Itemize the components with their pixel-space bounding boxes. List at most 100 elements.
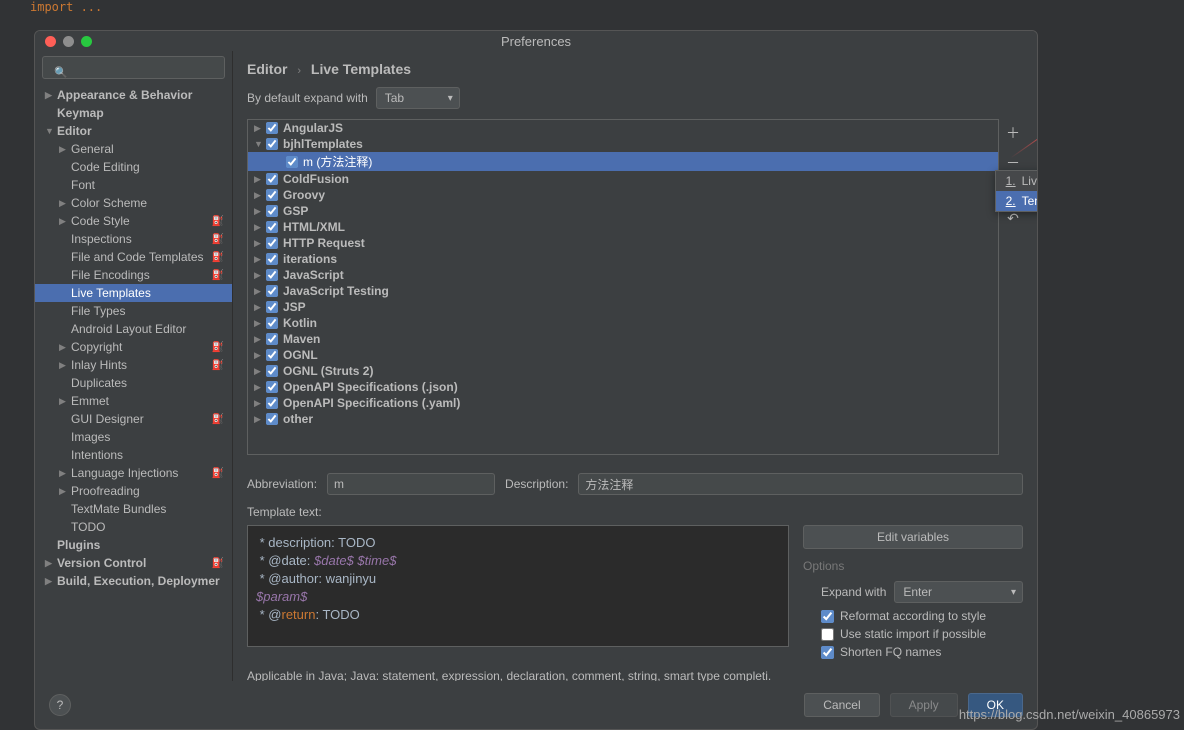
template-checkbox[interactable] <box>286 156 298 168</box>
sidebar-item-label: TextMate Bundles <box>71 502 166 516</box>
template-group-item[interactable]: ▶OpenAPI Specifications (.yaml) <box>248 395 998 411</box>
apply-button[interactable]: Apply <box>890 693 958 717</box>
gear-icon: ⛽ <box>212 468 224 479</box>
template-group-item[interactable]: ▶JavaScript Testing <box>248 283 998 299</box>
template-checkbox[interactable] <box>266 381 278 393</box>
sidebar-item[interactable]: Keymap <box>35 104 232 122</box>
template-checkbox[interactable] <box>266 413 278 425</box>
sidebar-item[interactable]: ▶Version Control⛽ <box>35 554 232 572</box>
sidebar-item[interactable]: Inspections⛽ <box>35 230 232 248</box>
sidebar-item[interactable]: ▶Build, Execution, Deploymer <box>35 572 232 590</box>
template-group-item[interactable]: ▶OpenAPI Specifications (.json) <box>248 379 998 395</box>
template-group-item[interactable]: ▶other <box>248 411 998 427</box>
template-checkbox[interactable] <box>266 269 278 281</box>
sidebar-item[interactable]: TODO <box>35 518 232 536</box>
code-line: $param$ <box>256 588 780 606</box>
reformat-checkbox[interactable]: Reformat according to style <box>803 609 1023 623</box>
template-item[interactable]: m (方法注释) <box>248 152 998 171</box>
template-group-item[interactable]: ▶AngularJS <box>248 120 998 136</box>
sidebar-item[interactable]: Plugins <box>35 536 232 554</box>
edit-variables-button[interactable]: Edit variables <box>803 525 1023 549</box>
close-window-icon[interactable] <box>45 36 56 47</box>
sidebar-item-label: Emmet <box>71 394 109 408</box>
sidebar-item[interactable]: File and Code Templates⛽ <box>35 248 232 266</box>
sidebar-item[interactable]: Intentions <box>35 446 232 464</box>
minimize-window-icon[interactable] <box>63 36 74 47</box>
applicable-context[interactable]: Applicable in Java; Java: statement, exp… <box>247 669 1023 681</box>
sidebar-item[interactable]: Android Layout Editor <box>35 320 232 338</box>
template-group-item[interactable]: ▶HTTP Request <box>248 235 998 251</box>
sidebar-item[interactable]: ▶Inlay Hints⛽ <box>35 356 232 374</box>
dialog-title: Preferences <box>501 34 571 49</box>
sidebar-item[interactable]: Images <box>35 428 232 446</box>
template-checkbox[interactable] <box>266 122 278 134</box>
sidebar-item[interactable]: ▶Copyright⛽ <box>35 338 232 356</box>
sidebar-item[interactable]: TextMate Bundles <box>35 500 232 518</box>
sidebar-item[interactable]: GUI Designer⛽ <box>35 410 232 428</box>
sidebar-item-label: Images <box>71 430 110 444</box>
template-checkbox[interactable] <box>266 253 278 265</box>
template-checkbox[interactable] <box>266 138 278 150</box>
template-group-item[interactable]: ▶Kotlin <box>248 315 998 331</box>
description-input[interactable] <box>578 473 1023 495</box>
cancel-button[interactable]: Cancel <box>804 693 879 717</box>
template-group-item[interactable]: ▶HTML/XML <box>248 219 998 235</box>
arrow-icon: ▶ <box>254 238 266 249</box>
popup-live-template[interactable]: 1.Live Template <box>996 171 1038 191</box>
template-group-item[interactable]: ▼bjhlTemplates <box>248 136 998 152</box>
template-list[interactable]: ▶AngularJS▼bjhlTemplatesm (方法注释)▶ColdFus… <box>247 119 999 455</box>
sidebar-item[interactable]: File Types <box>35 302 232 320</box>
sidebar-item-label: Build, Execution, Deploymer <box>57 574 220 588</box>
maximize-window-icon[interactable] <box>81 36 92 47</box>
static-import-checkbox[interactable]: Use static import if possible <box>803 627 1023 641</box>
template-group-item[interactable]: ▶Groovy <box>248 187 998 203</box>
revert-template-button[interactable]: ↶ <box>1007 210 1019 227</box>
sidebar-item[interactable]: ▶Color Scheme <box>35 194 232 212</box>
arrow-icon: ▶ <box>59 468 69 479</box>
template-checkbox[interactable] <box>266 205 278 217</box>
template-group-item[interactable]: ▶Maven <box>248 331 998 347</box>
template-group-label: JavaScript Testing <box>283 284 389 298</box>
sidebar-item[interactable]: ▶Appearance & Behavior <box>35 86 232 104</box>
sidebar-item[interactable]: File Encodings⛽ <box>35 266 232 284</box>
add-template-button[interactable]: ＋ <box>1006 123 1020 143</box>
help-button[interactable]: ? <box>49 694 71 716</box>
template-group-item[interactable]: ▶JSP <box>248 299 998 315</box>
template-group-label: bjhlTemplates <box>283 137 363 151</box>
popup-template-group[interactable]: 2.Template Group... <box>996 191 1038 211</box>
template-checkbox[interactable] <box>266 317 278 329</box>
template-group-item[interactable]: ▶GSP <box>248 203 998 219</box>
sidebar-item[interactable]: Live Templates <box>35 284 232 302</box>
sidebar-item[interactable]: ▶Emmet <box>35 392 232 410</box>
template-checkbox[interactable] <box>266 333 278 345</box>
sidebar-item[interactable]: Font <box>35 176 232 194</box>
sidebar-item[interactable]: ▶Language Injections⛽ <box>35 464 232 482</box>
template-checkbox[interactable] <box>266 221 278 233</box>
sidebar-item[interactable]: Duplicates <box>35 374 232 392</box>
template-group-item[interactable]: ▶OGNL <box>248 347 998 363</box>
template-group-item[interactable]: ▶ColdFusion <box>248 171 998 187</box>
default-expand-select[interactable]: Tab <box>376 87 460 109</box>
template-checkbox[interactable] <box>266 237 278 249</box>
template-group-item[interactable]: ▶JavaScript <box>248 267 998 283</box>
search-input[interactable] <box>42 56 225 79</box>
template-checkbox[interactable] <box>266 173 278 185</box>
template-text-editor[interactable]: * description: TODO * @date: $date$ $tim… <box>247 525 789 647</box>
sidebar-item[interactable]: ▶General <box>35 140 232 158</box>
breadcrumb-parent[interactable]: Editor <box>247 61 287 77</box>
expand-with-select[interactable]: Enter <box>894 581 1023 603</box>
sidebar-item[interactable]: ▼Editor <box>35 122 232 140</box>
sidebar-item[interactable]: Code Editing <box>35 158 232 176</box>
template-group-item[interactable]: ▶OGNL (Struts 2) <box>248 363 998 379</box>
template-checkbox[interactable] <box>266 301 278 313</box>
sidebar-item[interactable]: ▶Proofreading <box>35 482 232 500</box>
template-checkbox[interactable] <box>266 285 278 297</box>
template-checkbox[interactable] <box>266 349 278 361</box>
shorten-fq-checkbox[interactable]: Shorten FQ names <box>803 645 1023 659</box>
abbreviation-input[interactable] <box>327 473 495 495</box>
template-group-item[interactable]: ▶iterations <box>248 251 998 267</box>
sidebar-item[interactable]: ▶Code Style⛽ <box>35 212 232 230</box>
template-checkbox[interactable] <box>266 397 278 409</box>
template-checkbox[interactable] <box>266 365 278 377</box>
template-checkbox[interactable] <box>266 189 278 201</box>
